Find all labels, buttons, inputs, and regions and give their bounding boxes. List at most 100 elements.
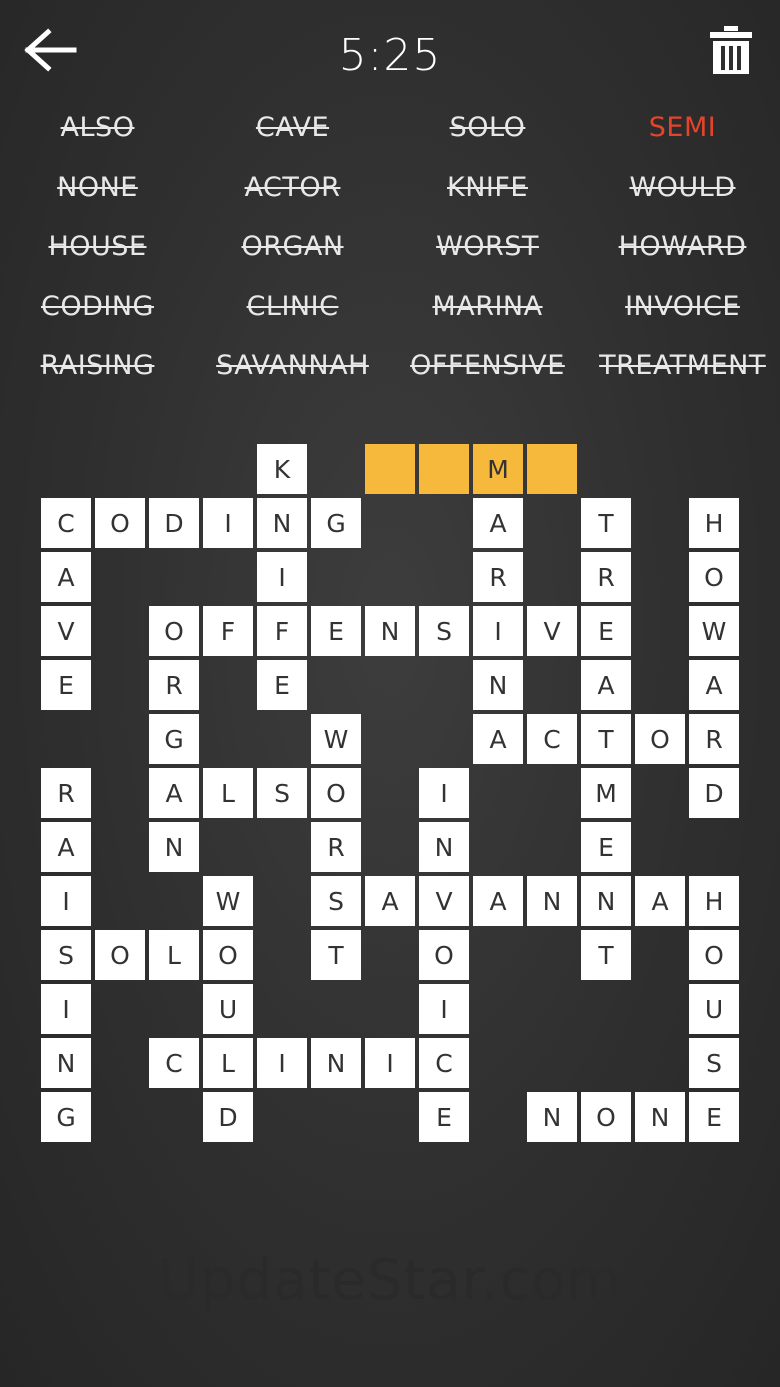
grid-cell[interactable]: I xyxy=(257,1038,307,1088)
grid-cell[interactable]: O xyxy=(149,606,199,656)
grid-cell[interactable]: W xyxy=(311,714,361,764)
grid-cell[interactable]: F xyxy=(203,606,253,656)
grid-cell[interactable]: A xyxy=(41,822,91,872)
grid-cell[interactable]: N xyxy=(149,822,199,872)
top-bar: 5:25 xyxy=(0,0,780,110)
grid-cell[interactable]: O xyxy=(419,930,469,980)
grid-cell[interactable]: S xyxy=(311,876,361,926)
grid-cell[interactable]: T xyxy=(581,714,631,764)
grid-cell[interactable]: A xyxy=(365,876,415,926)
grid-cell[interactable]: I xyxy=(257,552,307,602)
grid-cell[interactable]: C xyxy=(419,1038,469,1088)
grid-cell[interactable]: N xyxy=(41,1038,91,1088)
grid-cell[interactable]: N xyxy=(581,876,631,926)
word-semi: SEMI xyxy=(648,112,717,143)
grid-cell[interactable]: G xyxy=(311,498,361,548)
grid-cell[interactable]: I xyxy=(473,606,523,656)
grid-cell[interactable]: S xyxy=(419,606,469,656)
grid-cell[interactable]: K xyxy=(257,444,307,494)
grid-cell[interactable]: O xyxy=(635,714,685,764)
grid-cell[interactable]: R xyxy=(473,552,523,602)
clear-button[interactable] xyxy=(706,24,756,78)
grid-cell[interactable]: E xyxy=(41,660,91,710)
grid-cell[interactable]: R xyxy=(41,768,91,818)
grid-cell[interactable]: N xyxy=(257,498,307,548)
grid-cell[interactable]: E xyxy=(257,660,307,710)
active-cell[interactable] xyxy=(419,444,469,494)
grid-cell[interactable]: E xyxy=(581,822,631,872)
grid-cell[interactable]: F xyxy=(257,606,307,656)
grid-cell[interactable]: E xyxy=(419,1092,469,1142)
grid-cell[interactable]: D xyxy=(203,1092,253,1142)
grid-cell[interactable]: I xyxy=(419,768,469,818)
grid-cell[interactable]: I xyxy=(203,498,253,548)
grid-cell[interactable]: C xyxy=(41,498,91,548)
grid-cell[interactable]: I xyxy=(41,984,91,1034)
grid-cell[interactable]: E xyxy=(689,1092,739,1142)
grid-cell[interactable]: O xyxy=(689,552,739,602)
grid-cell[interactable]: R xyxy=(689,714,739,764)
grid-cell[interactable]: N xyxy=(527,1092,577,1142)
grid-cell[interactable]: C xyxy=(149,1038,199,1088)
grid-cell[interactable]: U xyxy=(203,984,253,1034)
grid-cell[interactable]: D xyxy=(149,498,199,548)
grid-cell[interactable]: O xyxy=(311,768,361,818)
active-cell[interactable] xyxy=(365,444,415,494)
grid-cell[interactable]: R xyxy=(581,552,631,602)
grid-cell[interactable]: S xyxy=(41,930,91,980)
grid-cell[interactable]: O xyxy=(689,930,739,980)
grid-cell[interactable]: O xyxy=(95,930,145,980)
grid-cell[interactable]: A xyxy=(689,660,739,710)
grid-cell[interactable]: H xyxy=(689,498,739,548)
grid-cell[interactable]: N xyxy=(365,606,415,656)
active-cell[interactable]: M xyxy=(473,444,523,494)
grid-cell[interactable]: H xyxy=(689,876,739,926)
grid-cell[interactable]: V xyxy=(41,606,91,656)
grid-cell[interactable]: V xyxy=(527,606,577,656)
grid-cell[interactable]: T xyxy=(581,498,631,548)
grid-cell[interactable]: T xyxy=(311,930,361,980)
grid-cell[interactable]: I xyxy=(419,984,469,1034)
grid-cell[interactable]: S xyxy=(689,1038,739,1088)
grid-cell[interactable]: N xyxy=(419,822,469,872)
grid-cell[interactable]: R xyxy=(149,660,199,710)
grid-cell[interactable]: V xyxy=(419,876,469,926)
grid-cell[interactable]: D xyxy=(689,768,739,818)
grid-cell[interactable]: N xyxy=(527,876,577,926)
grid-cell[interactable]: C xyxy=(527,714,577,764)
grid-cell[interactable]: L xyxy=(203,1038,253,1088)
grid-cell[interactable]: W xyxy=(203,876,253,926)
grid-cell[interactable]: G xyxy=(149,714,199,764)
grid-cell[interactable]: L xyxy=(149,930,199,980)
active-cell[interactable] xyxy=(527,444,577,494)
grid-cell[interactable]: A xyxy=(473,876,523,926)
grid-cell[interactable]: L xyxy=(203,768,253,818)
grid-cell[interactable]: O xyxy=(581,1092,631,1142)
word-knife: KNIFE xyxy=(447,171,528,203)
grid-cell[interactable]: A xyxy=(41,552,91,602)
back-button[interactable] xyxy=(22,28,78,72)
grid-cell[interactable]: S xyxy=(257,768,307,818)
grid-cell[interactable]: E xyxy=(311,606,361,656)
grid-cell[interactable]: T xyxy=(581,930,631,980)
grid-cell[interactable]: G xyxy=(41,1092,91,1142)
grid-cell[interactable]: U xyxy=(689,984,739,1034)
grid-cell[interactable]: M xyxy=(581,768,631,818)
grid-cell[interactable]: N xyxy=(635,1092,685,1142)
crossword-board: KMCODINGATHAIRROVOFFENSIVEWERENAAGWACTOR… xyxy=(0,0,780,1387)
grid-cell[interactable]: N xyxy=(473,660,523,710)
grid-cell[interactable]: A xyxy=(149,768,199,818)
grid-cell[interactable]: W xyxy=(689,606,739,656)
word-offensive: OFFENSIVE xyxy=(410,350,565,381)
grid-cell[interactable]: I xyxy=(41,876,91,926)
grid-cell[interactable]: A xyxy=(473,714,523,764)
grid-cell[interactable]: O xyxy=(203,930,253,980)
grid-cell[interactable]: A xyxy=(635,876,685,926)
grid-cell[interactable]: R xyxy=(311,822,361,872)
grid-cell[interactable]: O xyxy=(95,498,145,548)
grid-cell[interactable]: A xyxy=(581,660,631,710)
grid-cell[interactable]: N xyxy=(311,1038,361,1088)
grid-cell[interactable]: I xyxy=(365,1038,415,1088)
grid-cell[interactable]: E xyxy=(581,606,631,656)
grid-cell[interactable]: A xyxy=(473,498,523,548)
